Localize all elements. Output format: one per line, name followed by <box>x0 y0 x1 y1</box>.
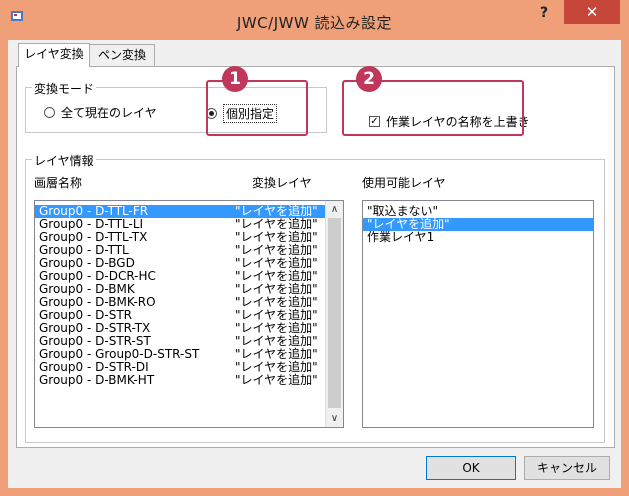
column-header-available-layers: 使用可能レイヤ <box>362 176 446 190</box>
available-layers-list[interactable]: "取込まない" "レイヤを追加" 作業レイヤ1 <box>362 200 594 428</box>
dialog-body: レイヤ変換 ペン変換 変換モード 全て現在のレイヤ 個別指定 ✓ 作業レイヤの名… <box>8 40 621 488</box>
vertical-scrollbar[interactable]: ∧ ∨ <box>325 201 343 427</box>
callout-badge-1: 1 <box>222 66 248 92</box>
scroll-up-icon[interactable]: ∧ <box>326 201 343 218</box>
help-button[interactable]: ? <box>528 2 560 24</box>
close-button[interactable]: ✕ <box>564 0 620 24</box>
radio-all-current-layer[interactable]: 全て現在のレイヤ <box>44 104 157 121</box>
callout-badge-2: 2 <box>356 66 382 92</box>
column-header-convert-layer: 変換レイヤ <box>252 176 312 190</box>
layer-rows: Group0 - D-TTL-FR "レイヤを追加" Group0 - D-TTL… <box>35 205 325 387</box>
mode-group-title: 変換モード <box>32 80 97 97</box>
tab-pen-convert[interactable]: ペン変換 <box>89 44 155 66</box>
cancel-button[interactable]: キャンセル <box>524 456 610 480</box>
table-row[interactable]: Group0 - D-BMK-HT "レイヤを追加" <box>35 374 325 387</box>
radio-label: 全て現在のレイヤ <box>61 106 157 120</box>
column-header-layer-name: 画層名称 <box>34 176 83 190</box>
convert-target: "レイヤを追加" <box>235 373 318 387</box>
radio-button-icon <box>44 107 55 118</box>
layer-info-title: レイヤ情報 <box>32 152 96 169</box>
scroll-thumb[interactable] <box>328 218 341 408</box>
available-layer-label: 作業レイヤ1 <box>367 230 435 244</box>
ok-button[interactable]: OK <box>426 456 516 480</box>
layer-info-group: レイヤ情報 画層名称 変換レイヤ 使用可能レイヤ Group0 - D-TTL-… <box>25 152 605 443</box>
dialog-window: JWC/JWW 読込み設定 ? ✕ レイヤ変換 ペン変換 変換モード 全て現在の… <box>0 0 629 496</box>
list-item[interactable]: 作業レイヤ1 <box>363 231 593 244</box>
tab-panel-layer-convert: 変換モード 全て現在のレイヤ 個別指定 ✓ 作業レイヤの名称を上書き レイヤ情報… <box>16 66 615 448</box>
layer-mapping-list[interactable]: Group0 - D-TTL-FR "レイヤを追加" Group0 - D-TTL… <box>34 200 344 428</box>
tab-layer-convert[interactable]: レイヤ変換 <box>18 43 90 67</box>
available-rows: "取込まない" "レイヤを追加" 作業レイヤ1 <box>363 205 593 244</box>
scroll-down-icon[interactable]: ∨ <box>326 410 343 427</box>
layer-name: Group0 - D-BMK-HT <box>39 373 155 387</box>
title-bar[interactable]: JWC/JWW 読込み設定 ? ✕ <box>0 0 629 40</box>
callout-frame-1 <box>206 80 308 136</box>
